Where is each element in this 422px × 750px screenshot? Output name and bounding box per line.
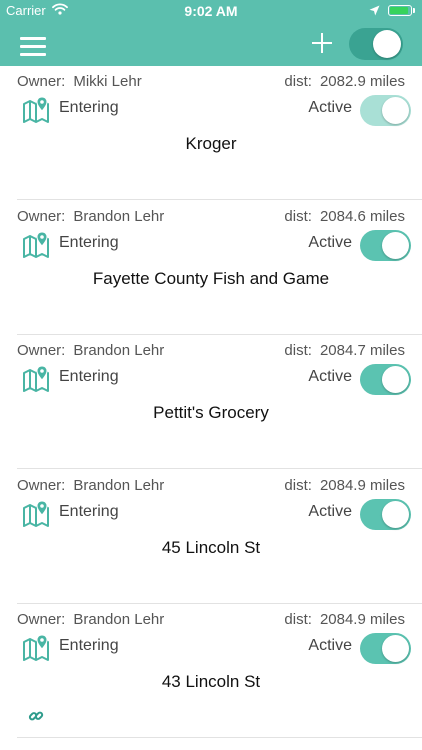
owner-label: Owner: [17, 207, 66, 225]
owner-label: Owner: [17, 476, 66, 494]
place-name: Kroger [185, 134, 237, 153]
owner-name: Brandon Lehr [73, 611, 165, 629]
owner-name: Brandon Lehr [73, 476, 165, 494]
map-pin-icon [22, 231, 50, 259]
geofence-toggle[interactable] [360, 364, 411, 396]
place-name: Fayette County Fish and Game [92, 268, 330, 288]
distance-label: dist: [284, 73, 312, 90]
divider [17, 737, 422, 739]
map-pin-icon [22, 365, 50, 393]
location-arrow-icon [369, 4, 380, 19]
trigger-label: Entering [59, 233, 119, 251]
map-pin-icon [22, 500, 50, 528]
distance-value: 2084.9 miles [319, 611, 405, 629]
geofence-card: Owner: Brandon Lehr dist: 2084.7 miles Ent… [0, 335, 422, 470]
distance-label: dist: [284, 342, 312, 360]
place-name: Pettit's Grocery [153, 403, 269, 423]
geofence-card: Owner: Brandon Lehr dist: 2084.9 miles Ent… [0, 604, 422, 739]
clock: 9:02 AM [184, 3, 238, 19]
owner-name: Mikki Lehr [73, 73, 142, 90]
master-toggle[interactable] [349, 28, 403, 60]
geofence-card: Owner: Mikki Lehr dist: 2082.9 miles Enter… [0, 66, 422, 200]
distance-value: 2084.9 miles [319, 476, 405, 494]
distance-value: 2084.7 miles [319, 342, 405, 360]
owner-label: Owner: [17, 73, 66, 90]
battery-icon [388, 5, 415, 16]
geofence-card: Owner: Brandon Lehr dist: 2084.9 miles Ent… [0, 470, 422, 604]
navigation-bar: Carrier 9:02 AM [0, 0, 422, 66]
status-label: Active [308, 637, 352, 655]
trigger-label: Entering [59, 368, 119, 386]
owner-label: Owner: [17, 342, 66, 360]
geofence-toggle[interactable] [360, 498, 411, 530]
distance-label: dist: [284, 207, 312, 225]
menu-button[interactable] [20, 37, 46, 57]
place-name: 45 Lincoln St [161, 537, 261, 557]
distance-value: 2082.9 miles [319, 73, 405, 90]
owner-name: Brandon Lehr [73, 207, 165, 225]
distance-value: 2084.6 miles [319, 207, 405, 225]
trigger-label: Entering [59, 637, 119, 655]
trigger-label: Entering [59, 99, 119, 116]
map-pin-icon [22, 96, 50, 124]
status-label: Active [308, 99, 352, 116]
owner-label: Owner: [17, 611, 66, 629]
distance-label: dist: [284, 476, 312, 494]
owner-name: Brandon Lehr [73, 342, 165, 360]
geofence-toggle[interactable] [360, 95, 411, 126]
trigger-label: Entering [59, 502, 119, 520]
geofence-toggle[interactable] [360, 229, 411, 261]
map-pin-icon [22, 634, 50, 662]
status-label: Active [308, 502, 352, 520]
status-label: Active [308, 233, 352, 251]
add-geofence-button[interactable] [309, 30, 335, 56]
link-icon[interactable] [28, 708, 44, 724]
status-label: Active [308, 368, 352, 386]
place-name: 43 Lincoln St [161, 672, 261, 692]
geofence-card: Owner: Brandon Lehr dist: 2084.6 miles Ent… [0, 201, 422, 335]
distance-label: dist: [284, 611, 312, 629]
status-bar: Carrier 9:02 AM [0, 0, 422, 22]
geofence-toggle[interactable] [360, 633, 411, 665]
